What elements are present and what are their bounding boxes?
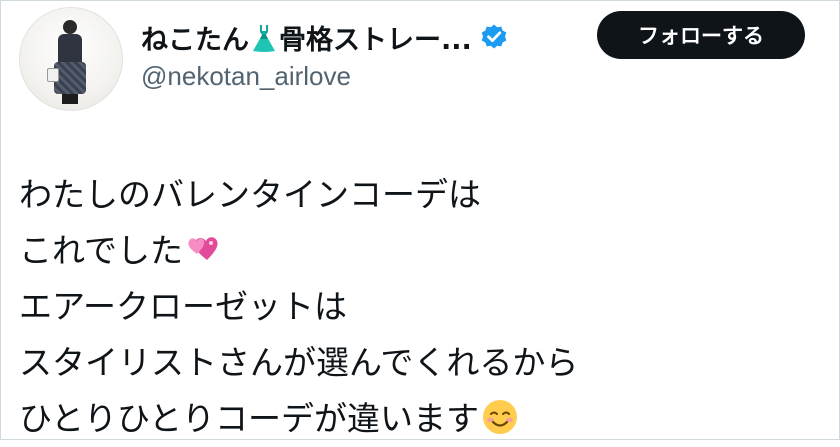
tweet-line-1: わたしのバレンタインコーデは [19,167,578,223]
tweet-line-3: エアークローゼットは [19,279,578,335]
tweet-line-5: ひとりひとりコーデが違います [19,391,578,447]
tweet-line-1-text: わたしのバレンタインコーデは [19,175,481,214]
tweet-line-2-text: これでした [19,231,184,270]
two-hearts-icon [188,237,218,260]
smiling-face-icon [483,400,518,434]
avatar-figure-head [63,20,77,34]
tweet-line-5-text: ひとりひとりコーデが違います [19,399,480,438]
user-handle[interactable]: @nekotan_airlove [141,61,351,92]
dress-icon [253,24,275,52]
follow-button[interactable]: フォローする [597,11,805,59]
avatar-figure-legs [62,94,78,104]
tweet-line-2: これでした [19,223,578,279]
display-name[interactable]: ねこたん 骨格ストレー... [141,18,472,57]
name-row: ねこたん 骨格ストレー... [141,15,508,59]
tweet-line-4: スタイリストさんが選んでくれるから [19,335,578,391]
tweet-text: わたしのバレンタインコーデは これでした エアークローゼットは スタイリストさん… [19,167,578,447]
display-name-suffix: 骨格ストレー... [279,24,472,56]
avatar-figure-bag [47,68,59,82]
display-name-prefix: ねこたん [141,24,249,56]
tweet-card: ねこたん 骨格ストレー... @nekotan_airlove フォローする わ… [0,0,840,440]
tweet-line-4-text: スタイリストさんが選んでくれるから [19,343,579,382]
tweet-line-3-text: エアークローゼットは [19,287,348,326]
avatar[interactable] [19,7,123,111]
verified-badge-icon [481,24,507,49]
